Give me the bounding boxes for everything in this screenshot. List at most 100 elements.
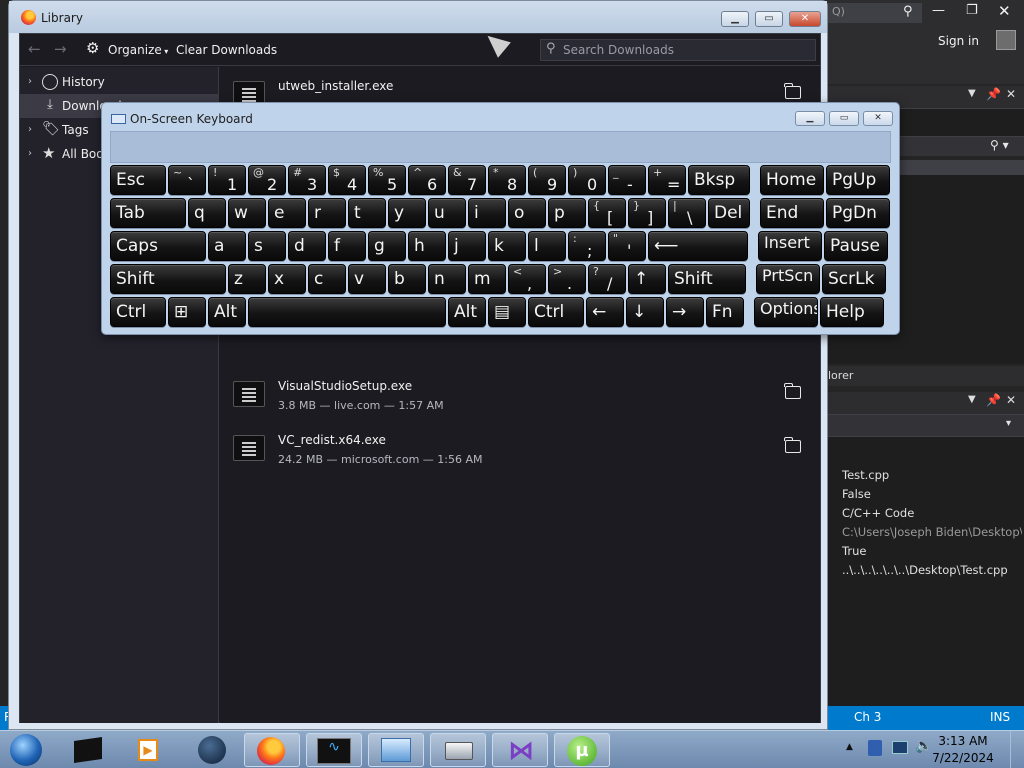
key[interactable]: s xyxy=(248,231,286,261)
close-icon[interactable]: ✕ xyxy=(998,2,1011,20)
key[interactable]: i xyxy=(468,198,506,228)
key[interactable]: l xyxy=(528,231,566,261)
key[interactable]: Esc xyxy=(110,165,166,195)
property-value[interactable]: C/C++ Code xyxy=(842,506,914,520)
folder-icon[interactable] xyxy=(784,383,801,399)
show-desktop-button[interactable] xyxy=(1010,731,1024,768)
tray-shield-icon[interactable] xyxy=(868,740,882,756)
chevron-down-icon[interactable]: ▾ xyxy=(1006,418,1011,429)
key[interactable]: _ - xyxy=(608,165,646,195)
key[interactable]: h xyxy=(408,231,446,261)
key[interactable]: Shift xyxy=(668,264,746,294)
key[interactable]: & 7 xyxy=(448,165,486,195)
key[interactable]: k xyxy=(488,231,526,261)
key[interactable]: }] xyxy=(628,198,666,228)
dropdown-icon[interactable]: ▼ xyxy=(968,88,976,99)
key[interactable]: Caps xyxy=(110,231,206,261)
close-icon[interactable]: ✕ xyxy=(1006,393,1016,407)
search-downloads-input[interactable]: ⚲ Search Downloads xyxy=(540,39,816,61)
list-item[interactable]: VC_redist.x64.exe 24.2 MB — microsoft.co… xyxy=(220,423,820,477)
gear-icon[interactable]: ⚙ xyxy=(86,39,99,57)
forward-arrow-icon[interactable]: → xyxy=(54,40,67,58)
key[interactable]: ⊞ xyxy=(168,297,206,327)
key[interactable]: f xyxy=(328,231,366,261)
key[interactable]: PgUp xyxy=(826,165,890,195)
key[interactable]: p xyxy=(548,198,586,228)
key[interactable]: ) 0 xyxy=(568,165,606,195)
key[interactable]: PrtScn xyxy=(756,264,820,294)
key[interactable]: " ' xyxy=(608,231,646,261)
property-value[interactable]: True xyxy=(842,544,866,558)
key[interactable]: Tab xyxy=(110,198,186,228)
property-value[interactable]: Test.cpp xyxy=(842,468,889,482)
taskbar-app[interactable]: ∿ xyxy=(306,733,362,767)
sidebar-item-history[interactable]: › History xyxy=(20,70,219,94)
clock-date[interactable]: 7/22/2024 xyxy=(928,751,998,765)
panel-tab-label[interactable]: lorer xyxy=(828,366,1024,386)
tray-network-icon[interactable] xyxy=(892,741,908,754)
key[interactable]: j xyxy=(448,231,486,261)
key[interactable]: Help xyxy=(820,297,884,327)
key[interactable]: o xyxy=(508,198,546,228)
key[interactable]: Pause xyxy=(824,231,888,261)
avatar[interactable] xyxy=(996,30,1016,50)
search-icon[interactable]: ⚲ xyxy=(903,4,913,19)
key[interactable]: ~ ` xyxy=(168,165,206,195)
key[interactable]: PgDn xyxy=(826,198,890,228)
key[interactable]: ↓ xyxy=(626,297,664,327)
search-icon[interactable]: ⚲ ▾ xyxy=(990,138,1009,152)
close-button[interactable]: ✕ xyxy=(789,11,821,27)
taskbar-app[interactable]: µ xyxy=(554,733,610,767)
key[interactable]: Alt xyxy=(208,297,246,327)
clock-time[interactable]: 3:13 AM xyxy=(938,734,988,748)
key[interactable]: (9 xyxy=(528,165,566,195)
pin-icon[interactable]: 📌 xyxy=(986,87,1001,101)
key[interactable]: Ctrl xyxy=(110,297,166,327)
key[interactable]: | \ xyxy=(668,198,706,228)
minimize-button[interactable]: ▁ xyxy=(721,11,749,27)
folder-icon[interactable] xyxy=(784,83,801,99)
key[interactable]: :; xyxy=(568,231,606,261)
sign-in-link[interactable]: Sign in xyxy=(938,34,979,48)
taskbar-app[interactable] xyxy=(368,733,424,767)
key[interactable]: v xyxy=(348,264,386,294)
clear-downloads-button[interactable]: Clear Downloads xyxy=(176,43,277,57)
key[interactable]: ? / xyxy=(588,264,626,294)
maximize-button[interactable]: ▭ xyxy=(755,11,783,27)
key[interactable]: r xyxy=(308,198,346,228)
chevron-right-icon[interactable]: › xyxy=(28,70,32,94)
key[interactable]: z xyxy=(228,264,266,294)
key[interactable]: m xyxy=(468,264,506,294)
taskbar-app[interactable] xyxy=(62,733,118,767)
key[interactable]: Shift xyxy=(110,264,226,294)
key[interactable]: @2 xyxy=(248,165,286,195)
key[interactable]: * 8 xyxy=(488,165,526,195)
key[interactable]: Options xyxy=(754,297,818,327)
key[interactable]: ! 1 xyxy=(208,165,246,195)
start-button[interactable] xyxy=(4,733,48,767)
tray-expand-icon[interactable]: ▲ xyxy=(846,742,853,752)
key[interactable]: Fn xyxy=(706,297,744,327)
taskbar-app[interactable]: ⋈ xyxy=(492,733,548,767)
taskbar-app[interactable] xyxy=(186,733,242,767)
key[interactable]: >. xyxy=(548,264,586,294)
taskbar-app[interactable]: ▶ xyxy=(124,733,180,767)
key[interactable]: b xyxy=(388,264,426,294)
dropdown-icon[interactable]: ▼ xyxy=(968,394,976,405)
key[interactable]: ↑ xyxy=(628,264,666,294)
close-icon[interactable]: ✕ xyxy=(1006,87,1016,101)
back-arrow-icon[interactable]: ← xyxy=(28,40,41,58)
key[interactable]: Bksp xyxy=(688,165,750,195)
key[interactable]: Del xyxy=(708,198,750,228)
key[interactable]: #3 xyxy=(288,165,326,195)
taskbar-app[interactable] xyxy=(430,733,486,767)
property-value[interactable]: ..\..\..\..\..\..\Desktop\Test.cpp xyxy=(842,563,1008,577)
key[interactable]: + = xyxy=(648,165,686,195)
key[interactable]: d xyxy=(288,231,326,261)
key[interactable]: <, xyxy=(508,264,546,294)
key[interactable]: u xyxy=(428,198,466,228)
key[interactable]: ScrLk xyxy=(822,264,886,294)
folder-icon[interactable] xyxy=(784,437,801,453)
key[interactable]: Insert xyxy=(758,231,822,261)
key[interactable]: Home xyxy=(760,165,824,195)
